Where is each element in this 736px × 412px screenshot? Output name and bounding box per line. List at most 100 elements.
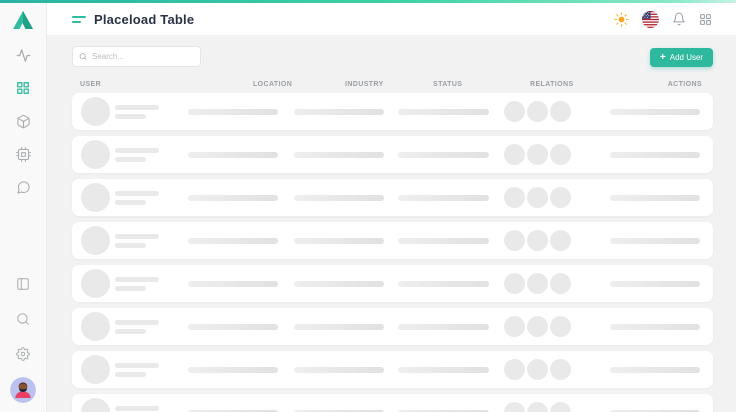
- table-body: [72, 93, 713, 412]
- add-user-button[interactable]: + Add User: [650, 48, 713, 67]
- skeleton-relation-circle: [527, 187, 548, 208]
- skeleton-relation-circle: [527, 316, 548, 337]
- skeleton-relation-circle: [550, 402, 571, 412]
- skeleton-location-bar: [188, 324, 278, 330]
- toolbar: + Add User: [72, 46, 713, 68]
- sidebar-item-search[interactable]: [14, 311, 32, 327]
- skeleton-user-name-line: [115, 363, 159, 368]
- skeleton-status-bar: [398, 195, 489, 201]
- skeleton-avatar: [81, 97, 110, 126]
- column-header-actions: ACTIONS: [668, 81, 702, 88]
- main-content: + Add User USER LOCATION INDUSTRY STATUS…: [47, 36, 736, 412]
- sidebar-item-dashboard[interactable]: [14, 80, 32, 96]
- skeleton-relation-circle: [527, 273, 548, 294]
- skeleton-user-name-line: [115, 406, 159, 411]
- skeleton-industry-bar: [294, 367, 384, 373]
- skeleton-industry-bar: [294, 238, 384, 244]
- skeleton-relation-circle: [504, 187, 525, 208]
- grid-icon: [16, 81, 30, 95]
- skeleton-status-bar: [398, 238, 489, 244]
- skeleton-status-bar: [398, 281, 489, 287]
- chat-bubble-icon: [16, 180, 31, 195]
- search-icon: [16, 312, 30, 326]
- sidebar-item-settings[interactable]: [14, 346, 32, 362]
- sidebar-item-messages[interactable]: [14, 179, 32, 195]
- user-avatar[interactable]: [10, 377, 36, 403]
- skeleton-actions-bar: [610, 195, 700, 201]
- language-selector[interactable]: [642, 11, 659, 28]
- page-title: Placeload Table: [94, 12, 194, 27]
- skeleton-relations-group: [504, 316, 571, 337]
- skeleton-relation-circle: [550, 144, 571, 165]
- skeleton-relation-circle: [504, 144, 525, 165]
- apps-menu-button[interactable]: [699, 13, 712, 26]
- skeleton-avatar: [81, 183, 110, 212]
- skeleton-relation-circle: [527, 230, 548, 251]
- skeleton-user-name-line: [115, 277, 159, 282]
- skeleton-avatar: [81, 312, 110, 341]
- skeleton-status-bar: [398, 109, 489, 115]
- theme-toggle-button[interactable]: [614, 12, 629, 27]
- skeleton-actions-bar: [610, 238, 700, 244]
- table-row-skeleton: [72, 179, 713, 216]
- skeleton-user-subtitle-line: [115, 114, 146, 119]
- app-logo[interactable]: [11, 9, 35, 31]
- skeleton-industry-bar: [294, 281, 384, 287]
- skeleton-relation-circle: [504, 402, 525, 412]
- skeleton-relation-circle: [550, 273, 571, 294]
- skeleton-location-bar: [188, 195, 278, 201]
- apps-grid-icon: [699, 13, 712, 26]
- skeleton-relation-circle: [527, 402, 548, 412]
- menu-toggle-button[interactable]: [72, 13, 87, 25]
- skeleton-relation-circle: [527, 144, 548, 165]
- table-row-skeleton: [72, 222, 713, 259]
- column-header-status: STATUS: [433, 81, 462, 88]
- skeleton-relations-group: [504, 359, 571, 380]
- activity-icon: [16, 48, 31, 63]
- table-row-skeleton: [72, 351, 713, 388]
- skeleton-relations-group: [504, 273, 571, 294]
- header: Placeload Table: [47, 3, 736, 36]
- skeleton-avatar: [81, 140, 110, 169]
- skeleton-relation-circle: [550, 230, 571, 251]
- skeleton-user-name-line: [115, 148, 159, 153]
- skeleton-relations-group: [504, 101, 571, 122]
- skeleton-location-bar: [188, 238, 278, 244]
- skeleton-relation-circle: [527, 101, 548, 122]
- skeleton-user-name-line: [115, 105, 159, 110]
- skeleton-location-bar: [188, 281, 278, 287]
- skeleton-status-bar: [398, 324, 489, 330]
- sidebar-item-panels[interactable]: [14, 276, 32, 292]
- table-row-skeleton: [72, 136, 713, 173]
- column-header-industry: INDUSTRY: [345, 81, 384, 88]
- plus-icon: +: [660, 53, 666, 63]
- skeleton-relations-group: [504, 187, 571, 208]
- sidebar-item-system[interactable]: [14, 146, 32, 162]
- sidebar: [0, 3, 47, 412]
- us-flag-icon: [642, 11, 659, 28]
- notifications-button[interactable]: [672, 12, 686, 26]
- skeleton-avatar: [81, 355, 110, 384]
- skeleton-user-subtitle-line: [115, 157, 146, 162]
- table-header: USER LOCATION INDUSTRY STATUS RELATIONS …: [72, 79, 713, 93]
- skeleton-actions-bar: [610, 324, 700, 330]
- skeleton-actions-bar: [610, 367, 700, 373]
- sidebar-item-components[interactable]: [14, 113, 32, 129]
- column-header-user: USER: [80, 81, 101, 88]
- column-header-location: LOCATION: [253, 81, 292, 88]
- gear-icon: [16, 347, 30, 361]
- skeleton-relation-circle: [550, 187, 571, 208]
- skeleton-industry-bar: [294, 195, 384, 201]
- skeleton-relation-circle: [504, 230, 525, 251]
- skeleton-relation-circle: [550, 359, 571, 380]
- panel-icon: [16, 277, 30, 291]
- table-row-skeleton: [72, 308, 713, 345]
- bell-icon: [672, 12, 686, 26]
- skeleton-industry-bar: [294, 109, 384, 115]
- table-row-skeleton: [72, 265, 713, 302]
- sidebar-item-activity[interactable]: [14, 47, 32, 63]
- skeleton-relations-group: [504, 144, 571, 165]
- search-input[interactable]: [92, 52, 194, 61]
- skeleton-location-bar: [188, 152, 278, 158]
- skeleton-relation-circle: [550, 316, 571, 337]
